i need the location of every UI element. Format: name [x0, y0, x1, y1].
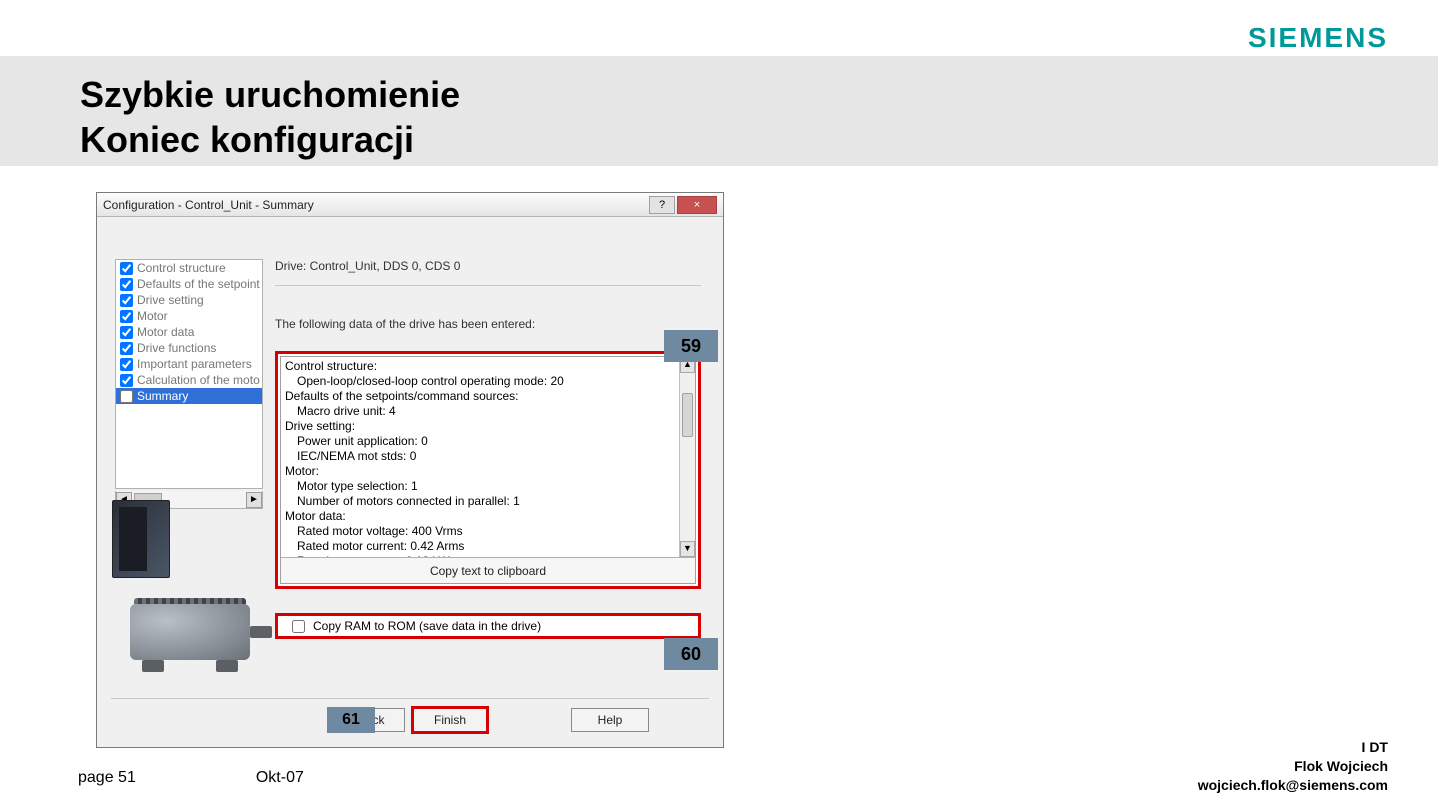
slide-title: Szybkie uruchomienie Koniec konfiguracji [80, 72, 1438, 162]
step-label: Defaults of the setpoint [137, 277, 260, 291]
summary-text: Control structure:Open-loop/closed-loop … [281, 357, 695, 557]
scroll-down-icon[interactable]: ▼ [680, 541, 695, 557]
footer-author: Flok Wojciech [1198, 757, 1388, 776]
summary-line: Drive setting: [285, 419, 691, 434]
summary-line: Motor data: [285, 509, 691, 524]
step-label: Calculation of the moto [137, 373, 260, 387]
step-checkbox[interactable] [120, 262, 133, 275]
summary-line: Motor: [285, 464, 691, 479]
close-icon[interactable]: × [677, 196, 717, 214]
dialog-title: Configuration - Control_Unit - Summary [103, 198, 647, 212]
copy-ram-checkbox[interactable] [292, 620, 305, 633]
page-number: page 51 [78, 769, 136, 787]
copy-ram-label: Copy RAM to ROM (save data in the drive) [313, 619, 541, 633]
wizard-step-item[interactable]: Summary [116, 388, 262, 404]
wizard-step-list[interactable]: Control structure Defaults of the setpoin… [115, 259, 263, 489]
step-label: Motor [137, 309, 168, 323]
summary-line: Number of motors connected in parallel: … [285, 494, 691, 509]
title-bar: Szybkie uruchomienie Koniec konfiguracji [0, 56, 1438, 166]
footer-email: wojciech.flok@siemens.com [1198, 776, 1388, 795]
wizard-step-item[interactable]: Control structure [116, 260, 262, 276]
wizard-step-item[interactable]: Important parameters [116, 356, 262, 372]
step-label: Drive functions [137, 341, 216, 355]
step-label: Motor data [137, 325, 194, 339]
wizard-step-item[interactable]: Motor [116, 308, 262, 324]
footer-right: I DT Flok Wojciech wojciech.flok@siemens… [1198, 738, 1388, 795]
callout-61: 61 [327, 707, 375, 733]
drive-label: Drive: Control_Unit, DDS 0, CDS 0 [275, 259, 460, 273]
callout-59: 59 [664, 330, 718, 362]
step-label: Drive setting [137, 293, 204, 307]
summary-line: Motor type selection: 1 [285, 479, 691, 494]
step-checkbox[interactable] [120, 374, 133, 387]
step-checkbox[interactable] [120, 294, 133, 307]
summary-vscrollbar[interactable]: ▲ ▼ [679, 357, 695, 557]
callout-60: 60 [664, 638, 718, 670]
title-line-2: Koniec konfiguracji [80, 119, 414, 160]
summary-line: Defaults of the setpoints/command source… [285, 389, 691, 404]
step-checkbox[interactable] [120, 358, 133, 371]
wizard-step-item[interactable]: Motor data [116, 324, 262, 340]
summary-panel: Control structure:Open-loop/closed-loop … [280, 356, 696, 584]
summary-line: Power unit application: 0 [285, 434, 691, 449]
step-checkbox[interactable] [120, 390, 133, 403]
slide: SIEMENS Szybkie uruchomienie Koniec konf… [0, 0, 1438, 809]
wizard-step-item[interactable]: Drive functions [116, 340, 262, 356]
summary-line: Rated motor power: 0.12 kW [285, 554, 691, 557]
copy-text-button[interactable]: Copy text to clipboard [281, 557, 695, 583]
step-label: Control structure [137, 261, 226, 275]
step-label: Summary [137, 389, 188, 403]
title-line-1: Szybkie uruchomienie [80, 74, 460, 115]
summary-line: IEC/NEMA mot stds: 0 [285, 449, 691, 464]
footer-dept: I DT [1198, 738, 1388, 757]
wizard-step-item[interactable]: Drive setting [116, 292, 262, 308]
footer-date: Okt-07 [256, 769, 304, 787]
wizard-step-item[interactable]: Defaults of the setpoint [116, 276, 262, 292]
summary-line: Rated motor current: 0.42 Arms [285, 539, 691, 554]
scroll-thumb[interactable] [682, 393, 693, 437]
separator [111, 698, 709, 699]
summary-highlight-box: Control structure:Open-loop/closed-loop … [275, 351, 701, 589]
drive-image [112, 500, 170, 578]
step-checkbox[interactable] [120, 342, 133, 355]
copy-ram-highlight-box: Copy RAM to ROM (save data in the drive) [275, 613, 701, 639]
dialog-titlebar: Configuration - Control_Unit - Summary ?… [97, 193, 723, 217]
summary-line: Control structure: [285, 359, 691, 374]
help-button[interactable]: Help [571, 708, 649, 732]
summary-line: Rated motor voltage: 400 Vrms [285, 524, 691, 539]
help-icon[interactable]: ? [649, 196, 675, 214]
footer-left: page 51 Okt-07 [78, 769, 304, 787]
step-checkbox[interactable] [120, 278, 133, 291]
finish-button[interactable]: Finish [411, 706, 489, 734]
summary-line: Open-loop/closed-loop control operating … [285, 374, 691, 389]
summary-line: Macro drive unit: 4 [285, 404, 691, 419]
motor-image [94, 588, 274, 686]
step-checkbox[interactable] [120, 310, 133, 323]
step-label: Important parameters [137, 357, 252, 371]
step-checkbox[interactable] [120, 326, 133, 339]
dialog-button-row: < Back Finish 61 Help [97, 703, 723, 737]
intro-text: The following data of the drive has been… [275, 317, 535, 331]
wizard-step-item[interactable]: Calculation of the moto [116, 372, 262, 388]
siemens-logo: SIEMENS [1248, 22, 1388, 54]
scroll-right-icon[interactable]: ► [246, 492, 262, 508]
separator [275, 285, 701, 286]
